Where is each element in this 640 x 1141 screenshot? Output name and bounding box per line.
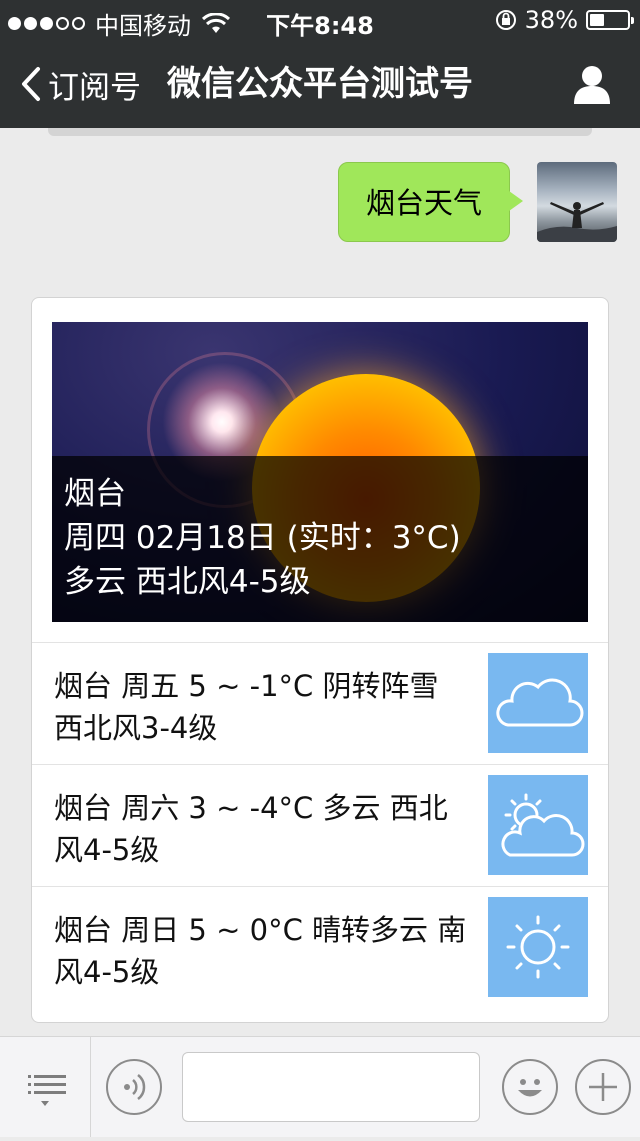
page-title: 微信公众平台测试号 <box>167 64 473 104</box>
weather-card[interactable]: 烟台 周四 02月18日 (实时：3°C) 多云 西北风4-5级 烟台 周五 5… <box>31 297 609 1023</box>
partly-cloudy-icon <box>488 775 588 875</box>
status-bar: 中国移动 下午8:48 38% <box>0 0 640 40</box>
plus-button[interactable] <box>575 1059 631 1115</box>
forecast-text: 烟台 周六 3 ~ -4°C 多云 西北风4-5级 <box>54 791 448 867</box>
battery-percent: 38% <box>524 6 578 34</box>
emoji-button[interactable] <box>502 1059 558 1115</box>
voice-button[interactable] <box>106 1059 162 1115</box>
menu-toggle-button[interactable] <box>0 1037 91 1137</box>
hero-city: 烟台 <box>64 476 126 512</box>
emoji-icon <box>518 1079 542 1097</box>
forecast-row[interactable]: 烟台 周五 5 ~ -1°C 阴转阵雪 西北风3-4级 <box>32 642 608 763</box>
voice-icon <box>124 1074 146 1100</box>
person-icon[interactable] <box>572 64 612 104</box>
plus-icon <box>589 1073 617 1101</box>
forecast-row[interactable]: 烟台 周六 3 ~ -4°C 多云 西北风4-5级 <box>32 764 608 885</box>
orientation-lock-icon <box>495 10 516 30</box>
weather-hero[interactable]: 烟台 周四 02月18日 (实时：3°C) 多云 西北风4-5级 <box>52 322 588 622</box>
previous-message-edge <box>48 128 592 136</box>
hero-caption: 烟台 周四 02月18日 (实时：3°C) 多云 西北风4-5级 <box>52 456 588 622</box>
hero-condition: 多云 西北风4-5级 <box>64 564 311 600</box>
forecast-text: 烟台 周五 5 ~ -1°C 阴转阵雪 西北风3-4级 <box>54 669 439 745</box>
hero-date: 周四 02月18日 (实时：3°C) <box>64 520 461 556</box>
nav-bar: 订阅号 微信公众平台测试号 <box>0 40 640 128</box>
forecast-row[interactable]: 烟台 周日 5 ~ 0°C 晴转多云 南风4-5级 <box>32 886 608 1007</box>
input-bar <box>0 1036 640 1137</box>
avatar[interactable] <box>537 162 617 242</box>
menu-icon <box>28 1075 66 1106</box>
cloud-icon <box>488 653 588 753</box>
sent-message-bubble[interactable]: 烟台天气 <box>338 162 523 242</box>
battery-icon <box>586 10 634 30</box>
message-input[interactable] <box>182 1052 480 1122</box>
sun-icon <box>488 897 588 997</box>
forecast-text: 烟台 周日 5 ~ 0°C 晴转多云 南风4-5级 <box>54 913 467 989</box>
